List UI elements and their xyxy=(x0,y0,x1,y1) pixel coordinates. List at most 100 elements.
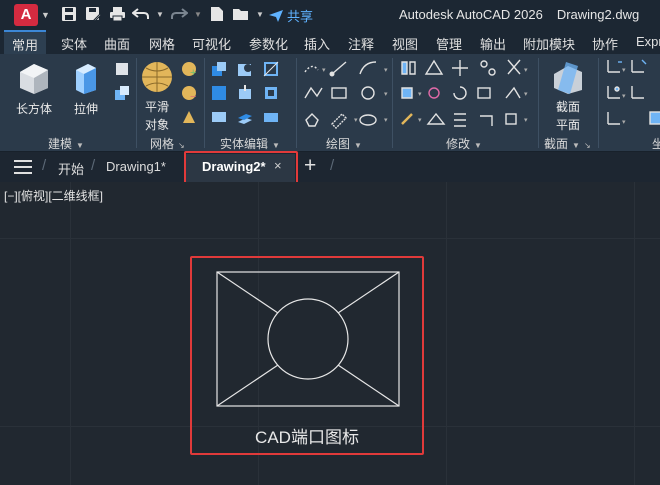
interfere-icon[interactable] xyxy=(210,108,228,126)
save-icon[interactable] xyxy=(60,5,78,23)
tab-drawing1[interactable]: Drawing1* xyxy=(106,159,166,174)
panel-separator xyxy=(392,58,393,148)
new-tab-button[interactable]: + xyxy=(304,154,316,178)
refine-mesh-icon[interactable] xyxy=(180,108,198,126)
svg-text:▾: ▾ xyxy=(524,117,528,124)
tab-express[interactable]: Expr xyxy=(636,34,660,49)
svg-text:+: + xyxy=(190,67,196,78)
document-title: Drawing2.dwg xyxy=(556,7,640,22)
tab-annotate[interactable]: 注释 xyxy=(348,34,374,53)
section-plane-label-1: 截面 xyxy=(555,100,580,114)
svg-text:▾: ▾ xyxy=(418,91,422,98)
tab-output[interactable]: 输出 xyxy=(480,34,506,53)
tab-mesh[interactable]: 网格 xyxy=(149,34,175,53)
panel-separator xyxy=(296,58,297,148)
panel-section-label[interactable]: 截面 ▼ ↘ xyxy=(544,135,591,152)
svg-text:▾: ▾ xyxy=(622,119,626,126)
section-plane-button[interactable]: 截面 平面 xyxy=(544,58,592,132)
tab-insert[interactable]: 插入 xyxy=(304,34,330,53)
ribbon: 长方体 拉伸 建模 ▼ 平滑 对象 + − 网格 ↘ 实体编辑 ▼ ▾ ▾ ▾ … xyxy=(0,54,660,152)
print-icon[interactable] xyxy=(108,5,126,23)
box-icon xyxy=(20,64,48,94)
title-bar: A ▼ ▼ ▼ ▼ 共享 Autodesk AutoCAD 2026Drawi xyxy=(0,0,660,30)
panel-modeling-label[interactable]: 建模 ▼ xyxy=(48,135,84,152)
svg-text:▾: ▾ xyxy=(524,67,528,74)
extrude-button[interactable]: 拉伸 xyxy=(64,58,108,116)
chevron-down-icon[interactable]: ▼ xyxy=(194,5,202,23)
tab-collaborate[interactable]: 协作 xyxy=(592,34,618,53)
slice-icon[interactable] xyxy=(262,60,280,78)
save-as-icon[interactable] xyxy=(84,5,102,23)
panel-mesh-label[interactable]: 网格 ↘ xyxy=(150,135,185,152)
subtract-solid-icon[interactable] xyxy=(236,60,254,78)
tab-addins[interactable]: 附加模块 xyxy=(523,34,575,53)
tab-manage[interactable]: 管理 xyxy=(436,34,462,53)
viewport-controls-label[interactable]: [−][俯视][二维线框] xyxy=(4,187,103,204)
ribbon-tabs: 常用 实体 曲面 网格 可视化 参数化 插入 注释 视图 管理 输出 附加模块 … xyxy=(0,30,660,54)
redo-icon[interactable] xyxy=(170,5,188,23)
panel-separator xyxy=(136,58,137,148)
tab-home[interactable]: 常用 xyxy=(4,30,47,54)
quick-access-toolbar: ▼ ▼ ▼ xyxy=(60,5,264,23)
open-folder-icon[interactable] xyxy=(232,5,250,23)
svg-text:▾: ▾ xyxy=(384,67,388,74)
panel-separator xyxy=(538,58,539,148)
mesh-smooth-more-icon[interactable]: + xyxy=(180,60,198,79)
mesh-smooth-less-icon[interactable]: − xyxy=(180,84,198,103)
fillet-edge-icon[interactable] xyxy=(236,108,254,126)
smooth-object-label-1: 平滑 xyxy=(144,100,169,114)
drawing-viewport[interactable]: [−][俯视][二维线框] CAD端口图标 xyxy=(0,182,660,485)
send-icon xyxy=(269,9,283,22)
svg-text:▾: ▾ xyxy=(322,67,326,74)
solid-small-icon[interactable] xyxy=(113,60,131,78)
svg-text:▾: ▾ xyxy=(418,117,422,124)
box-label: 长方体 xyxy=(15,102,52,116)
tab-visualize[interactable]: 可视化 xyxy=(192,34,231,53)
undo-icon[interactable] xyxy=(132,5,150,23)
modify-tools-icons: ▾ ▾ ▾ ▾ ▾ xyxy=(401,59,528,127)
tab-start[interactable]: 开始 xyxy=(58,159,84,178)
tab-divider: / xyxy=(330,157,335,174)
panel-draw-label[interactable]: 绘图 ▼ xyxy=(326,135,362,152)
chevron-down-icon[interactable]: ▼ xyxy=(256,5,264,23)
tab-parametric[interactable]: 参数化 xyxy=(249,34,288,53)
share-button[interactable]: 共享 xyxy=(268,6,313,25)
union-solid-icon[interactable] xyxy=(210,60,228,78)
extrude-icon xyxy=(76,64,96,94)
panel-solid-editing-label[interactable]: 实体编辑 ▼ xyxy=(220,135,280,152)
svg-text:▾: ▾ xyxy=(524,91,528,98)
section-plane-icon xyxy=(554,62,582,94)
application-menu-button[interactable]: A xyxy=(14,4,38,26)
shell-icon[interactable] xyxy=(262,84,280,102)
panel-separator xyxy=(204,58,205,148)
tab-view[interactable]: 视图 xyxy=(392,34,418,53)
new-file-icon[interactable] xyxy=(208,5,226,23)
svg-text:−: − xyxy=(190,91,196,102)
file-tabs-bar: / 开始 / Drawing1* / xyxy=(0,152,660,182)
panel-coordinates-label[interactable]: 坐 xyxy=(652,135,660,152)
smooth-object-icon xyxy=(142,62,172,92)
tab-surface[interactable]: 曲面 xyxy=(104,34,130,53)
extrude-label: 拉伸 xyxy=(73,102,98,116)
svg-text:▾: ▾ xyxy=(384,117,388,124)
highlight-box-viewport-icon xyxy=(190,256,424,455)
draw-tools-icons: ▾ ▾ ▾ ▾ ▾ xyxy=(304,61,388,129)
chevron-down-icon[interactable]: ▼ xyxy=(156,5,164,23)
tab-divider: / xyxy=(42,157,47,174)
presspull-icon[interactable] xyxy=(236,84,254,102)
tab-divider: / xyxy=(91,157,96,174)
svg-text:▾: ▾ xyxy=(622,67,626,74)
share-label: 共享 xyxy=(287,9,314,24)
intersect-icon[interactable] xyxy=(210,84,228,102)
thicken-icon[interactable] xyxy=(262,108,280,126)
panel-modify-label[interactable]: 修改 ▼ xyxy=(446,135,482,152)
smooth-object-button[interactable]: 平滑 对象 xyxy=(139,58,175,132)
box-button[interactable]: 长方体 xyxy=(12,58,56,116)
app-title: Autodesk AutoCAD 2026 xyxy=(399,7,543,22)
highlight-box-active-tab xyxy=(184,151,298,186)
menu-icon[interactable] xyxy=(14,160,32,174)
section-plane-label-2: 平面 xyxy=(555,118,580,132)
tab-solid[interactable]: 实体 xyxy=(61,34,87,53)
chevron-down-icon[interactable]: ▼ xyxy=(41,10,50,20)
union-icon[interactable] xyxy=(113,84,131,102)
